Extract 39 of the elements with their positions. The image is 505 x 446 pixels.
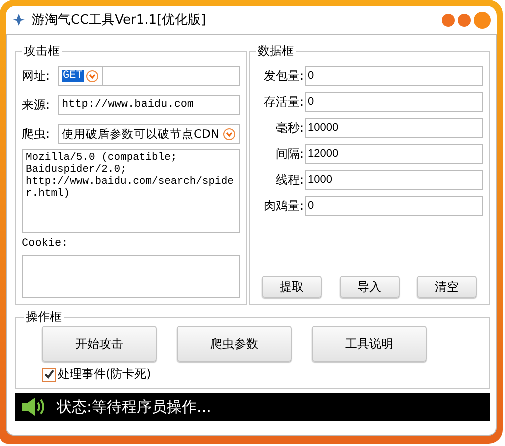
- cookie-label: Cookie:: [22, 238, 70, 250]
- number-input-field[interactable]: 10000: [305, 118, 483, 138]
- maximize-button[interactable]: [458, 14, 471, 26]
- action-button[interactable]: 清空: [417, 276, 477, 298]
- url-input-field[interactable]: GET: [58, 66, 240, 86]
- action-button[interactable]: 导入: [340, 276, 400, 298]
- checkbox-label: 处理事件(防卡死): [58, 366, 152, 383]
- field-label: 存活量:: [262, 94, 304, 110]
- referer-input-field[interactable]: http://www.baidu.com: [58, 95, 240, 115]
- app-icon: [12, 13, 26, 27]
- field-label: 肉鸡量:: [262, 198, 304, 214]
- number-input-field[interactable]: 0: [305, 66, 483, 86]
- field-label: 毫秒:: [274, 120, 304, 136]
- spider-dropdown[interactable]: 使用破盾参数可以破节点CDN: [58, 124, 240, 144]
- user-agent-text-area[interactable]: Mozilla/5.0 (compatible; Baiduspider/2.0; http://www.baidu.com/search/spider.html): [22, 149, 240, 233]
- field-label: 来源:: [22, 96, 52, 114]
- minimize-button[interactable]: [442, 14, 455, 26]
- action-button[interactable]: 提取: [262, 276, 322, 298]
- action-button[interactable]: 开始攻击: [42, 326, 157, 362]
- number-input-field[interactable]: 12000: [305, 144, 483, 164]
- number-input-field[interactable]: 0: [305, 92, 483, 112]
- number-input-field[interactable]: 1000: [305, 170, 483, 190]
- field-label: 间隔:: [274, 146, 304, 162]
- status-text: 状态:等待程序员操作...: [57, 398, 212, 416]
- field-label: 发包量:: [262, 68, 304, 84]
- field-label: 网址:: [22, 68, 52, 84]
- checkbox[interactable]: [42, 368, 56, 382]
- action-button[interactable]: 爬虫参数: [177, 326, 292, 362]
- method-dropdown[interactable]: GET: [59, 70, 102, 82]
- group-title: 攻击框: [23, 43, 61, 60]
- window-title: 游淘气CC工具Ver1.1[优化版]: [32, 12, 206, 29]
- number-input-field[interactable]: 0: [305, 196, 483, 216]
- group-title: 数据框: [257, 43, 295, 60]
- cookie-text-area[interactable]: [22, 255, 240, 298]
- field-label: 爬虫:: [22, 126, 52, 142]
- group-title: 操作框: [25, 309, 63, 326]
- action-button[interactable]: 工具说明: [312, 326, 427, 362]
- field-label: 线程:: [274, 172, 304, 188]
- close-button[interactable]: [474, 12, 491, 28]
